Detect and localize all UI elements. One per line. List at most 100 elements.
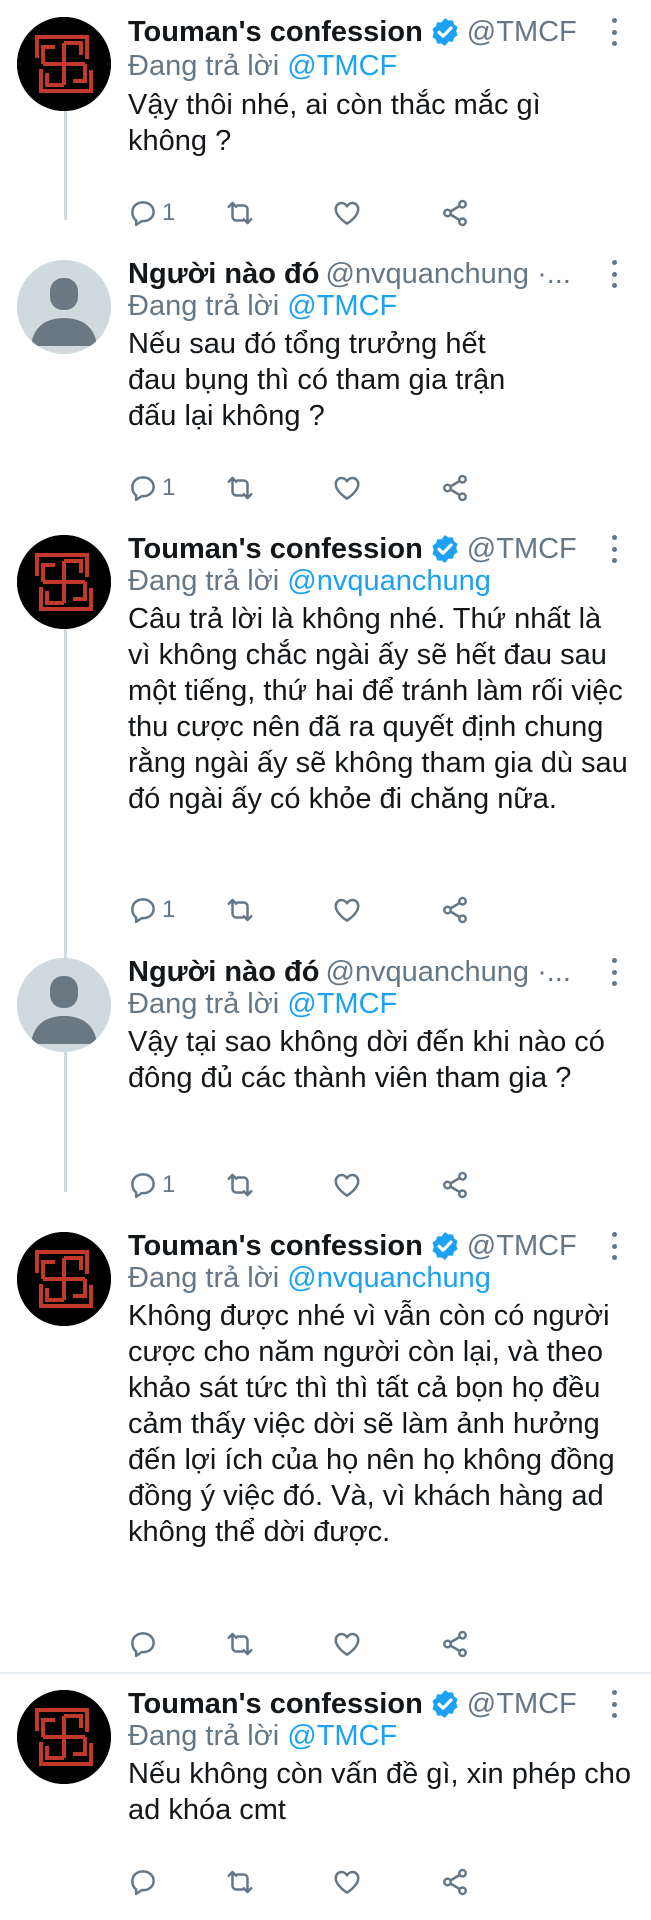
- more-icon[interactable]: [607, 260, 621, 288]
- reply-button[interactable]: 1: [128, 890, 175, 930]
- handle[interactable]: @TMCF: [467, 1688, 577, 1721]
- display-name[interactable]: Touman's confession: [128, 1230, 423, 1263]
- display-name[interactable]: Touman's confession: [128, 1688, 423, 1721]
- touman-logo-icon: [17, 17, 111, 111]
- more-icon[interactable]: [607, 18, 621, 46]
- share-icon: [443, 474, 467, 502]
- more-icon[interactable]: [607, 1690, 621, 1718]
- avatar[interactable]: [17, 260, 111, 354]
- avatar[interactable]: [17, 1232, 111, 1326]
- retweet-button[interactable]: [225, 468, 255, 508]
- handle[interactable]: @TMCF: [467, 16, 577, 49]
- tweet-3[interactable]: Touman's confession @TMCF Đang trả lời @…: [0, 533, 651, 959]
- tweet-text: Vậy thôi nhé, ai còn thắc mắc gì không ?: [128, 89, 541, 157]
- like-button[interactable]: [332, 1862, 362, 1902]
- handle[interactable]: @nvquanchung ·...: [325, 956, 570, 989]
- tweet-header: Người nào đó @nvquanchung ·...: [128, 952, 645, 992]
- default-avatar-icon: [17, 260, 111, 354]
- replying-prefix: Đang trả lời: [128, 1262, 280, 1294]
- replying-prefix: Đang trả lời: [128, 1720, 280, 1752]
- action-bar: 1: [128, 193, 628, 233]
- more-icon[interactable]: [607, 535, 621, 563]
- share-icon: [443, 1171, 467, 1199]
- like-icon: [334, 476, 360, 500]
- tweet-text: Vậy tại sao không dời đến khi nào có đôn…: [128, 1026, 605, 1094]
- display-name[interactable]: Touman's confession: [128, 533, 423, 566]
- default-avatar-icon: [17, 958, 111, 1052]
- share-button[interactable]: [440, 1624, 470, 1664]
- display-name[interactable]: Người nào đó: [128, 258, 319, 291]
- handle[interactable]: @TMCF: [467, 1230, 577, 1263]
- reply-button[interactable]: [128, 1624, 162, 1664]
- replying-to: Đang trả lời @TMCF: [128, 290, 397, 323]
- replying-to: Đang trả lời @TMCF: [128, 50, 397, 83]
- replying-prefix: Đang trả lời: [128, 290, 280, 322]
- reply-button[interactable]: 1: [128, 193, 175, 233]
- reply-count: 1: [162, 1171, 176, 1198]
- avatar[interactable]: [17, 535, 111, 629]
- reply-icon: [131, 1173, 155, 1199]
- tweet-4[interactable]: Người nào đó @nvquanchung ·... Đang trả …: [0, 956, 651, 1208]
- display-name[interactable]: Người nào đó: [128, 956, 319, 989]
- more-icon[interactable]: [607, 1232, 621, 1260]
- share-button[interactable]: [440, 890, 470, 930]
- mention-link[interactable]: @TMCF: [287, 988, 397, 1020]
- share-button[interactable]: [440, 1165, 470, 1205]
- thread-line: [64, 629, 67, 959]
- share-icon: [443, 1630, 467, 1658]
- like-button[interactable]: [332, 1624, 362, 1664]
- mention-link[interactable]: @nvquanchung: [287, 565, 491, 597]
- share-button[interactable]: [440, 193, 470, 233]
- reply-icon: [131, 1870, 155, 1896]
- mention-link[interactable]: @nvquanchung: [287, 1262, 491, 1294]
- retweet-button[interactable]: [225, 193, 255, 233]
- more-icon[interactable]: [607, 958, 621, 986]
- retweet-button[interactable]: [225, 1165, 255, 1205]
- mention-link[interactable]: @TMCF: [287, 50, 397, 82]
- reply-button[interactable]: [128, 1862, 162, 1902]
- tweet-text: Không được nhé vì vẫn còn có người cược …: [128, 1300, 615, 1548]
- tweet-2[interactable]: Người nào đó @nvquanchung ·... Đang trả …: [0, 258, 651, 510]
- reply-count: 1: [162, 199, 176, 226]
- like-button[interactable]: [332, 890, 362, 930]
- reply-button[interactable]: 1: [128, 1165, 175, 1205]
- replying-to: Đang trả lời @TMCF: [128, 988, 397, 1021]
- retweet-button[interactable]: [225, 890, 255, 930]
- action-bar: [128, 1624, 628, 1664]
- tweet-1[interactable]: Touman's confession @TMCF Đang trả lời @…: [0, 0, 651, 227]
- tweet-text: Nếu sau đó tổng trưởng hết đau bụng thì …: [128, 328, 506, 432]
- replying-to: Đang trả lời @nvquanchung: [128, 1262, 491, 1295]
- retweet-icon: [227, 898, 253, 922]
- tweet-text: Câu trả lời là không nhé. Thứ nhất là vì…: [128, 603, 628, 815]
- mention-link[interactable]: @TMCF: [287, 290, 397, 322]
- handle[interactable]: @nvquanchung ·...: [325, 258, 570, 291]
- tweet-6[interactable]: Touman's confession @TMCF Đang trả lời @…: [0, 1688, 651, 1920]
- like-button[interactable]: [332, 1165, 362, 1205]
- tweet-5[interactable]: Touman's confession @TMCF Đang trả lời @…: [0, 1230, 651, 1658]
- action-bar: [128, 1862, 628, 1902]
- tweet-header: Touman's confession @TMCF: [128, 1226, 645, 1266]
- retweet-button[interactable]: [225, 1624, 255, 1664]
- touman-logo-icon: [17, 1690, 111, 1784]
- thread-line: [64, 1052, 67, 1192]
- display-name[interactable]: Touman's confession: [128, 16, 423, 49]
- handle[interactable]: @TMCF: [467, 533, 577, 566]
- retweet-button[interactable]: [225, 1862, 255, 1902]
- verified-badge-icon: [429, 1230, 461, 1262]
- like-button[interactable]: [332, 468, 362, 508]
- avatar[interactable]: [17, 958, 111, 1052]
- action-bar: 1: [128, 468, 628, 508]
- replying-to: Đang trả lời @nvquanchung: [128, 565, 491, 598]
- avatar[interactable]: [17, 1690, 111, 1784]
- like-icon: [334, 1870, 360, 1894]
- mention-link[interactable]: @TMCF: [287, 1720, 397, 1752]
- like-icon: [334, 1632, 360, 1656]
- share-icon: [443, 199, 467, 227]
- like-icon: [334, 898, 360, 922]
- avatar[interactable]: [17, 17, 111, 111]
- share-button[interactable]: [440, 468, 470, 508]
- like-button[interactable]: [332, 193, 362, 233]
- share-button[interactable]: [440, 1862, 470, 1902]
- verified-badge-icon: [429, 533, 461, 565]
- reply-button[interactable]: 1: [128, 468, 175, 508]
